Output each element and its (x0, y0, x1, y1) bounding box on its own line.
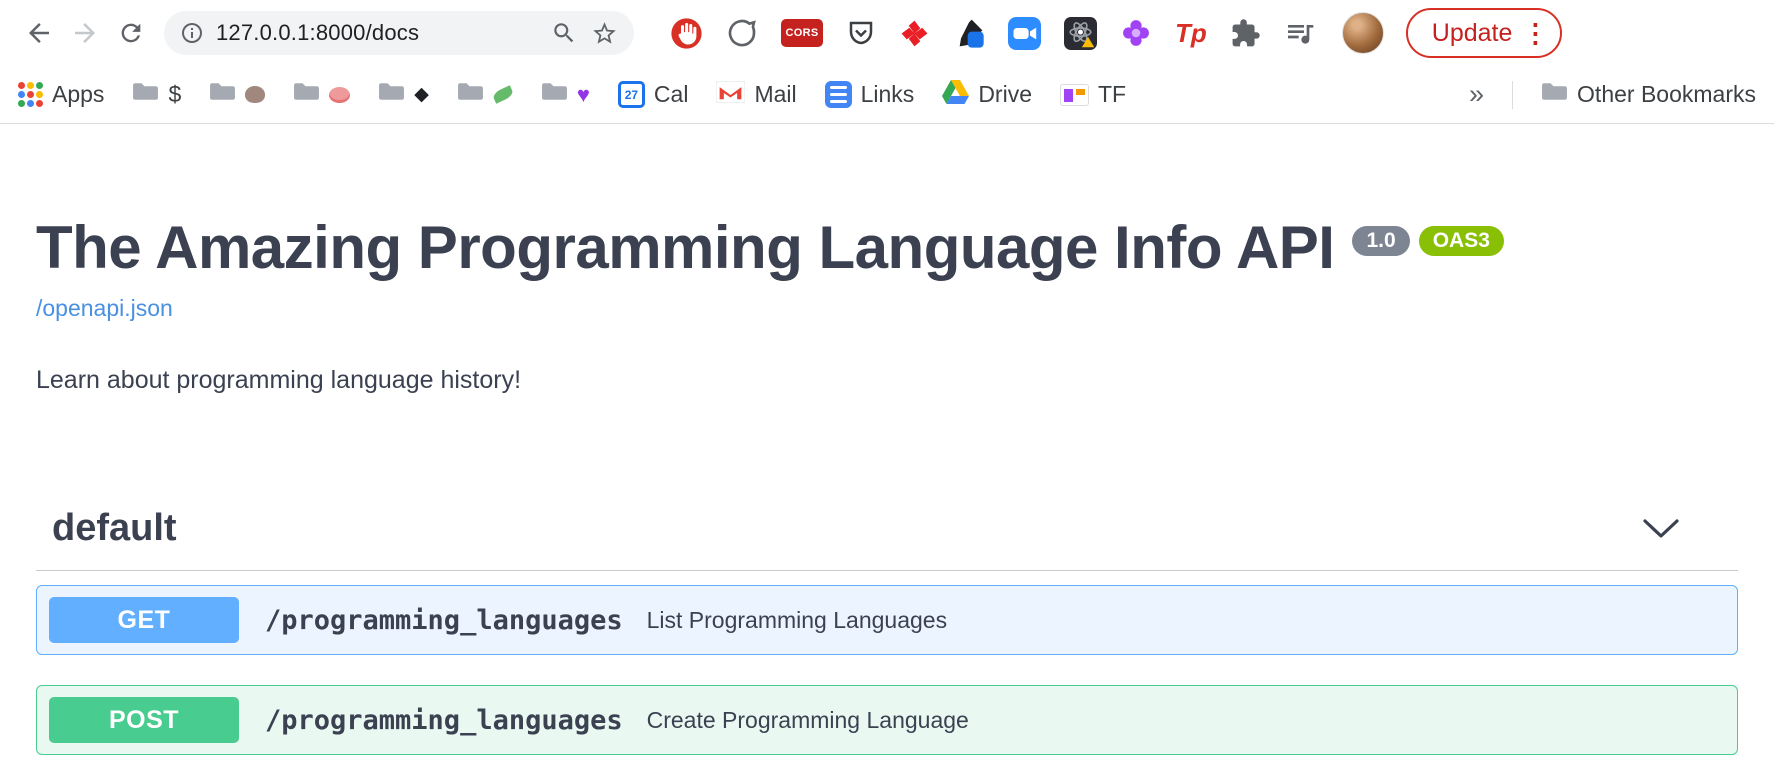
tag-section-default: default GET /programming_languages List … (36, 507, 1738, 755)
extensions-area: CORS Tp (670, 16, 1316, 50)
bookmark-folder-herb[interactable] (457, 81, 513, 108)
drive-label: Drive (978, 81, 1032, 108)
graduation-cap-emoji-icon: ◆ (414, 83, 429, 106)
tag-section-header[interactable]: default (36, 507, 1738, 571)
api-title-text: The Amazing Programming Language Info AP… (36, 216, 1334, 279)
cors-extension-icon[interactable]: CORS (781, 16, 823, 50)
mail-label: Mail (754, 81, 796, 108)
pocket-shield-extension-icon[interactable] (846, 16, 876, 50)
bookmarks-overflow-chevron-icon[interactable]: » (1469, 79, 1484, 110)
tp-extension-icon[interactable]: Tp (1175, 16, 1207, 50)
version-badge: 1.0 (1352, 226, 1409, 256)
folder-icon (541, 81, 568, 108)
folder-icon (132, 81, 159, 108)
apps-shortcut[interactable]: Apps (18, 81, 104, 108)
endpoint-row-post-programming-languages[interactable]: POST /programming_languages Create Progr… (36, 685, 1738, 755)
folder-icon (457, 81, 484, 108)
gmail-icon (716, 81, 745, 109)
browser-menu-dots-icon: ⋮ (1522, 18, 1548, 49)
bookmark-folder-horse[interactable] (209, 81, 265, 108)
other-bookmarks-label: Other Bookmarks (1577, 81, 1756, 108)
purple-heart-emoji-icon: ♥ (577, 82, 590, 108)
update-button[interactable]: Update ⋮ (1406, 8, 1563, 58)
bookmark-calendar[interactable]: 27 Cal (618, 81, 689, 108)
bookmarks-bar: Apps $ ◆ ♥ 27 Cal Mail Links (0, 66, 1774, 124)
flower-extension-icon[interactable] (1120, 16, 1152, 50)
bookmark-star-icon[interactable] (591, 20, 618, 47)
brain-emoji-icon (329, 87, 350, 103)
endpoint-summary: Create Programming Language (647, 707, 969, 734)
endpoint-row-get-programming-languages[interactable]: GET /programming_languages List Programm… (36, 585, 1738, 655)
google-drive-icon (942, 80, 969, 110)
tf-label: TF (1098, 81, 1126, 108)
endpoint-path: /programming_languages (265, 705, 623, 736)
horse-emoji-icon (245, 86, 265, 103)
stop-hand-extension-icon[interactable] (670, 16, 703, 50)
openapi-spec-link[interactable]: /openapi.json (36, 295, 173, 322)
other-bookmarks[interactable]: Other Bookmarks (1541, 81, 1756, 108)
bookmark-folder-dollar[interactable]: $ (132, 81, 181, 108)
tf-icon (1060, 84, 1089, 106)
folder-icon (293, 81, 320, 108)
atom-extension-icon[interactable] (1064, 16, 1097, 50)
bookmark-drive[interactable]: Drive (942, 80, 1032, 110)
zoom-camera-extension-icon[interactable] (1008, 16, 1041, 50)
zoom-icon[interactable] (551, 20, 577, 46)
page-title: The Amazing Programming Language Info AP… (36, 216, 1738, 279)
eyedropper-extension-icon[interactable] (953, 16, 985, 50)
profile-avatar[interactable] (1342, 12, 1384, 54)
tag-name: default (52, 507, 177, 550)
endpoint-path: /programming_languages (265, 605, 623, 636)
pinwheel-extension-icon[interactable] (899, 16, 930, 50)
calendar-label: Cal (654, 81, 689, 108)
update-button-label: Update (1432, 19, 1513, 48)
url-text[interactable]: 127.0.0.1:8000/docs (216, 20, 419, 46)
calendar-icon: 27 (618, 81, 645, 108)
apps-grid-icon (18, 82, 43, 107)
bookmark-tf[interactable]: TF (1060, 81, 1126, 108)
get-method-badge: GET (49, 597, 239, 643)
chat-bubble-extension-icon[interactable] (726, 16, 758, 50)
bookmark-folder-purple-heart[interactable]: ♥ (541, 81, 590, 108)
back-icon[interactable] (16, 10, 62, 56)
folder-icon (209, 81, 236, 108)
bookmarks-divider (1512, 81, 1513, 109)
collapse-chevron-icon[interactable] (1642, 518, 1680, 540)
puzzle-extensions-icon[interactable] (1230, 16, 1261, 50)
herb-emoji-icon (491, 85, 514, 103)
title-badges: 1.0 OAS3 (1352, 226, 1503, 256)
browser-toolbar: 127.0.0.1:8000/docs CORS (0, 0, 1774, 66)
apps-label: Apps (52, 81, 104, 108)
bookmark-mail[interactable]: Mail (716, 81, 796, 109)
api-description: Learn about programming language history… (36, 366, 1738, 395)
folder-label: $ (168, 81, 181, 108)
bookmark-links[interactable]: Links (825, 81, 915, 108)
endpoint-summary: List Programming Languages (647, 607, 947, 634)
post-method-badge: POST (49, 697, 239, 743)
links-icon (825, 81, 852, 108)
folder-icon (378, 81, 405, 108)
links-label: Links (861, 81, 915, 108)
bookmark-folder-graduation[interactable]: ◆ (378, 81, 429, 108)
swagger-docs-page: The Amazing Programming Language Info AP… (0, 216, 1774, 755)
site-info-icon[interactable] (180, 21, 204, 45)
reload-icon[interactable] (108, 10, 154, 56)
oas3-badge: OAS3 (1419, 226, 1504, 256)
bookmark-folder-brain[interactable] (293, 81, 350, 108)
forward-icon[interactable] (62, 10, 108, 56)
address-bar[interactable]: 127.0.0.1:8000/docs (164, 11, 634, 55)
folder-icon (1541, 81, 1568, 108)
playlist-music-icon[interactable] (1284, 16, 1316, 50)
